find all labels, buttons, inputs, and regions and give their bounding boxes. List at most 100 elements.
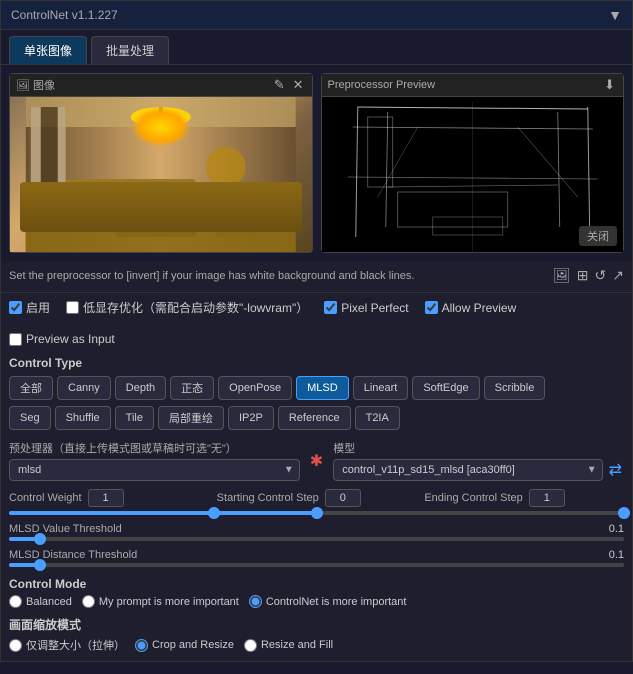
preprocessor-select-wrapper: mlsd ▼ (9, 459, 300, 481)
preprocessor-col: 预处理器（直接上传模式图或草稿时可选"无"） mlsd ▼ (9, 440, 300, 481)
control-mode-controlnet[interactable]: ControlNet is more important (249, 595, 407, 608)
ctrl-btn-inpaint[interactable]: 局部重绘 (158, 406, 224, 430)
app-title: ControlNet v1.1.227 (11, 8, 118, 22)
info-text: Set the preprocessor to [invert] if your… (9, 270, 553, 282)
ctrl-btn-depth[interactable]: Depth (115, 376, 166, 400)
ending-step-value: 1 (529, 489, 565, 507)
ctrl-btn-scribble[interactable]: Scribble (484, 376, 546, 400)
starting-step-col: Starting Control Step 0 (217, 489, 417, 507)
ctrl-btn-softedge[interactable]: SoftEdge (412, 376, 479, 400)
image-upload-icon[interactable]: 🖼 (553, 267, 571, 284)
low-vram-label: 低显存优化（需配合启动参数"-lowvram"） (83, 299, 308, 316)
ctrl-btn-all[interactable]: 全部 (9, 376, 53, 400)
mlsd-value-slider[interactable] (9, 537, 624, 541)
preprocessor-label: 预处理器（直接上传模式图或草稿时可选"无"） (9, 440, 300, 456)
resize-fill-input[interactable] (244, 639, 257, 652)
living-room-image[interactable] (10, 97, 312, 252)
control-mode-prompt-input[interactable] (82, 595, 95, 608)
control-mode-controlnet-label: ControlNet is more important (266, 596, 407, 608)
ctrl-btn-shuffle[interactable]: Shuffle (55, 406, 111, 430)
resize-mode-section: 画面缩放模式 仅调整大小（拉伸） Crop and Resize Resize … (1, 612, 632, 661)
preprocessor-panel-label: Preprocessor Preview (328, 79, 436, 91)
resize-crop[interactable]: Crop and Resize (135, 637, 234, 653)
mlsd-distance-slider[interactable] (9, 563, 624, 567)
mlsd-distance-row: MLSD Distance Threshold 0.1 (9, 549, 624, 561)
low-vram-checkbox[interactable]: 低显存优化（需配合启动参数"-lowvram"） (66, 299, 308, 316)
tab-bar: 单张图像 批量处理 (1, 30, 632, 65)
model-swap-button[interactable]: ⇄ (607, 460, 624, 480)
image-panel-icons: ✎ ✕ (272, 77, 306, 93)
allow-preview-checkbox[interactable]: Allow Preview (425, 301, 517, 315)
control-mode-prompt-label: My prompt is more important (99, 596, 239, 608)
preview-as-input-input[interactable] (9, 333, 22, 346)
control-mode-balanced-input[interactable] (9, 595, 22, 608)
control-mode-balanced[interactable]: Balanced (9, 595, 72, 608)
ctrl-btn-normal[interactable]: 正态 (170, 376, 214, 400)
image-panel-header: 🖼 图像 ✎ ✕ (10, 74, 312, 97)
preview-as-input-checkbox[interactable]: Preview as Input (9, 332, 115, 346)
mlsd-distance-label: MLSD Distance Threshold (9, 549, 137, 561)
control-mode-section: Control Mode Balanced My prompt is more … (1, 571, 632, 612)
download-icon[interactable]: ⬇ (602, 77, 617, 93)
weight-step-row: Control Weight 1 Starting Control Step 0… (1, 485, 632, 509)
resize-fill-label: Resize and Fill (261, 639, 333, 651)
image-panel-label: 图像 (33, 77, 55, 93)
preprocessor-image: 关闭 (322, 97, 624, 252)
enable-checkbox[interactable]: 启用 (9, 299, 50, 316)
preprocessor-select[interactable]: mlsd (9, 459, 300, 481)
ctrl-btn-openpose[interactable]: OpenPose (218, 376, 292, 400)
resize-crop-label: Crop and Resize (152, 639, 234, 651)
model-select-wrapper: control_v11p_sd15_mlsd [aca30ff0] ▼ (333, 459, 602, 481)
control-mode-prompt[interactable]: My prompt is more important (82, 595, 239, 608)
control-type-label: Control Type (1, 352, 632, 374)
refresh-icon[interactable]: ↺ (595, 267, 607, 284)
send-icon[interactable]: ↗ (612, 267, 624, 284)
ctrl-btn-lineart[interactable]: Lineart (353, 376, 409, 400)
ctrl-btn-canny[interactable]: Canny (57, 376, 111, 400)
enable-checkbox-input[interactable] (9, 301, 22, 314)
image-section: 🖼 图像 ✎ ✕ (1, 65, 632, 261)
control-weight-label: Control Weight (9, 492, 82, 504)
control-mode-label: Control Mode (9, 577, 624, 591)
mlsd-distance-section: MLSD Distance Threshold 0.1 (1, 545, 632, 571)
close-preprocessor-button[interactable]: 关闭 (579, 226, 617, 246)
tab-batch[interactable]: 批量处理 (91, 36, 169, 64)
model-select[interactable]: control_v11p_sd15_mlsd [aca30ff0] (333, 459, 602, 481)
close-image-icon[interactable]: ✕ (291, 77, 306, 93)
resize-crop-input[interactable] (135, 639, 148, 652)
allow-preview-input[interactable] (425, 301, 438, 314)
ctrl-btn-tile[interactable]: Tile (115, 406, 154, 430)
preprocessor-model-row: 预处理器（直接上传模式图或草稿时可选"无"） mlsd ▼ ✱ 模型 contr… (1, 436, 632, 485)
ctrl-btn-ip2p[interactable]: IP2P (228, 406, 274, 430)
preprocessor-header: Preprocessor Preview ⬇ (322, 74, 624, 97)
edit-icon[interactable]: ✎ (272, 77, 287, 93)
ending-step-label: Ending Control Step (424, 492, 522, 504)
title-bar: ControlNet v1.1.227 ▼ (1, 1, 632, 30)
resize-stretch-input[interactable] (9, 639, 22, 652)
preprocessor-refresh-button[interactable]: ✱ (308, 451, 325, 471)
enable-label: 启用 (26, 299, 50, 316)
room-svg (10, 97, 312, 252)
control-mode-controlnet-input[interactable] (249, 595, 262, 608)
ctrl-btn-reference[interactable]: Reference (278, 406, 351, 430)
image-icon: 🖼 (16, 79, 30, 92)
ctrl-btn-seg[interactable]: Seg (9, 406, 51, 430)
mlsd-value-value: 0.1 (609, 523, 624, 535)
resize-fill[interactable]: Resize and Fill (244, 637, 333, 653)
ctrl-btn-t2ia[interactable]: T2IA (355, 406, 400, 430)
resize-stretch[interactable]: 仅调整大小（拉伸） (9, 637, 125, 653)
weight-slider-track[interactable] (9, 511, 624, 515)
mlsd-value-row: MLSD Value Threshold 0.1 (9, 523, 624, 535)
tab-single-image[interactable]: 单张图像 (9, 36, 87, 64)
ending-step-col: Ending Control Step 1 (424, 489, 624, 507)
allow-preview-label: Allow Preview (442, 301, 517, 315)
low-vram-input[interactable] (66, 301, 79, 314)
mlsd-value-section: MLSD Value Threshold 0.1 (1, 519, 632, 545)
pixel-perfect-input[interactable] (324, 301, 337, 314)
image-grid-icon[interactable]: ⊞ (577, 267, 589, 284)
pixel-perfect-checkbox[interactable]: Pixel Perfect (324, 301, 408, 315)
preprocessor-svg (322, 97, 624, 252)
dropdown-arrow-icon[interactable]: ▼ (608, 7, 622, 23)
ctrl-btn-mlsd[interactable]: MLSD (296, 376, 349, 400)
pixel-perfect-label: Pixel Perfect (341, 301, 408, 315)
